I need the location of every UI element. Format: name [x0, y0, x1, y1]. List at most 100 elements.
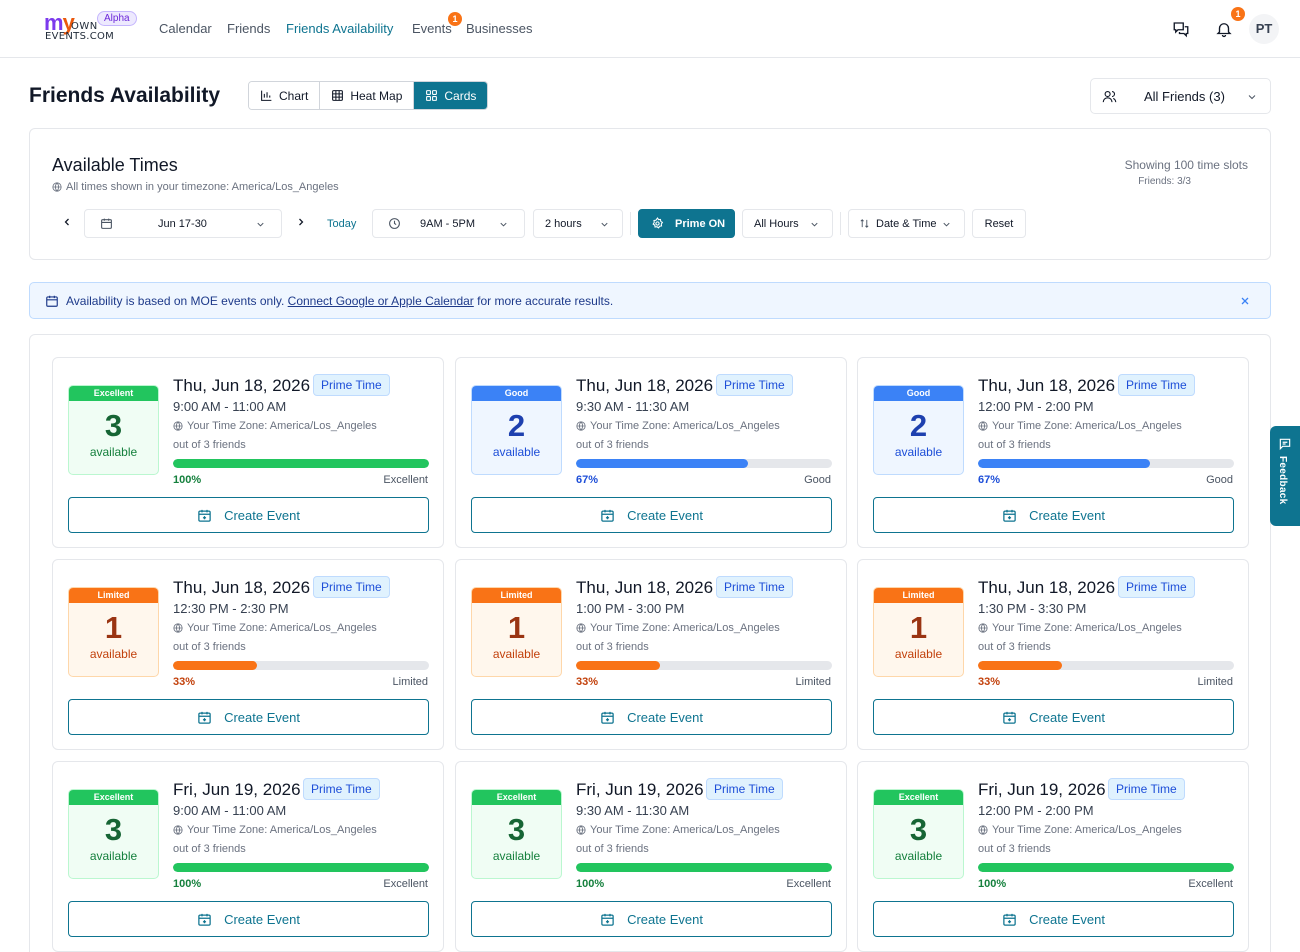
timezone-note-text: All times shown in your timezone: Americ… — [66, 181, 339, 193]
brand-logo[interactable]: my OWN EVENTS.COM Alpha — [44, 10, 137, 45]
logo-mark: my — [44, 10, 75, 35]
quality-label: Limited — [795, 676, 831, 688]
connect-calendar-link[interactable]: Connect Google or Apple Calendar — [288, 294, 474, 308]
notifications-badge: 1 — [1231, 7, 1245, 21]
availability-score: Limited 1 available — [68, 587, 159, 677]
available-label: available — [492, 849, 541, 863]
duration-select[interactable]: 2 hours — [533, 209, 623, 238]
prime-time-badge: Prime Time — [313, 374, 390, 396]
globe-icon — [978, 825, 988, 835]
slot-time: 12:30 PM - 2:30 PM — [173, 601, 289, 616]
availability-progress-bar — [576, 863, 832, 872]
prev-range-icon[interactable] — [61, 216, 73, 228]
slot-timezone-text: Your Time Zone: America/Los_Angeles — [590, 420, 780, 432]
avatar[interactable]: PT — [1249, 14, 1279, 44]
slot-timezone: Your Time Zone: America/Los_Angeles — [173, 420, 377, 432]
calendar-plus-icon — [601, 711, 614, 724]
create-event-label: Create Event — [224, 911, 300, 927]
availability-score: Good 2 available — [471, 385, 562, 475]
availability-card: Excellent 3 available Fri, Jun 19, 2026 Prim… — [857, 761, 1249, 952]
globe-icon — [173, 421, 183, 431]
availability-card: Limited 1 available Thu, Jun 18, 2026 Prime … — [857, 559, 1249, 750]
slot-timezone-text: Your Time Zone: America/Los_Angeles — [187, 420, 377, 432]
view-chart-button[interactable]: Chart — [249, 82, 321, 109]
create-event-button[interactable]: Create Event — [471, 497, 832, 533]
view-cards-button[interactable]: Cards — [414, 82, 488, 109]
availability-progress-fill — [173, 863, 429, 872]
available-label: available — [492, 445, 541, 459]
messages-icon[interactable] — [1172, 20, 1190, 38]
bell-icon[interactable] — [1215, 20, 1233, 38]
calendar-plus-icon — [601, 509, 614, 522]
availability-card: Excellent 3 available Fri, Jun 19, 2026 Prim… — [52, 761, 444, 952]
date-range-select[interactable]: Jun 17-30 — [84, 209, 282, 238]
out-of-friends: out of 3 friends — [576, 843, 649, 855]
bar-chart-icon — [261, 90, 272, 101]
today-button[interactable]: Today — [327, 218, 356, 230]
quality-label: Limited — [1197, 676, 1233, 688]
create-event-button[interactable]: Create Event — [471, 901, 832, 937]
available-count: 1 — [507, 610, 526, 645]
chevron-down-icon — [943, 222, 950, 227]
hours-range-select[interactable]: 9AM - 5PM — [372, 209, 525, 238]
tier-label: Good — [472, 386, 561, 401]
globe-icon — [576, 623, 586, 633]
out-of-friends: out of 3 friends — [978, 641, 1051, 653]
tier-label: Excellent — [472, 790, 561, 805]
prime-time-badge: Prime Time — [1118, 374, 1195, 396]
calendar-info-banner: Availability is based on MOE events only… — [29, 282, 1271, 319]
available-label: available — [89, 647, 138, 661]
slot-timezone-text: Your Time Zone: America/Los_Angeles — [187, 824, 377, 836]
out-of-friends: out of 3 friends — [978, 439, 1051, 451]
create-event-label: Create Event — [1029, 507, 1105, 523]
nav-businesses[interactable]: Businesses — [466, 21, 532, 36]
create-event-button[interactable]: Create Event — [873, 901, 1234, 937]
feedback-tab[interactable]: Feedback — [1270, 426, 1300, 526]
slot-timezone-text: Your Time Zone: America/Los_Angeles — [992, 622, 1182, 634]
sort-icon — [860, 219, 869, 228]
date-range-label: Jun 17-30 — [158, 218, 207, 230]
create-event-label: Create Event — [1029, 911, 1105, 927]
slot-timezone-text: Your Time Zone: America/Los_Angeles — [187, 622, 377, 634]
slot-timezone: Your Time Zone: America/Los_Angeles — [978, 622, 1182, 634]
tier-label: Limited — [874, 588, 963, 603]
banner-text: Availability is based on MOE events only… — [66, 294, 613, 308]
next-range-icon[interactable] — [295, 216, 307, 228]
availability-percent: 100% — [978, 878, 1007, 890]
calendar-plus-icon — [1003, 509, 1016, 522]
nav-events[interactable]: Events — [412, 21, 452, 36]
friends-filter-select[interactable]: All Friends (3) — [1090, 78, 1271, 114]
prime-toggle-label: Prime ON — [675, 218, 726, 230]
quality-label: Excellent — [1188, 878, 1233, 890]
users-icon — [1102, 90, 1117, 103]
calendar-icon — [46, 295, 58, 307]
availability-progress-bar — [576, 661, 832, 670]
availability-score: Limited 1 available — [471, 587, 562, 677]
create-event-button[interactable]: Create Event — [873, 497, 1234, 533]
out-of-friends: out of 3 friends — [173, 439, 246, 451]
view-heatmap-label: Heat Map — [350, 88, 403, 103]
create-event-button[interactable]: Create Event — [68, 901, 429, 937]
view-heatmap-button[interactable]: Heat Map — [320, 82, 415, 109]
reset-button[interactable]: Reset — [972, 209, 1026, 238]
nav-friends-availability[interactable]: Friends Availability — [286, 21, 393, 36]
create-event-button[interactable]: Create Event — [873, 699, 1234, 735]
available-label: available — [89, 849, 138, 863]
sort-label: Date & Time — [876, 218, 937, 230]
prime-toggle-button[interactable]: Prime ON — [638, 209, 735, 238]
close-icon[interactable] — [1239, 295, 1251, 307]
availability-score: Good 2 available — [873, 385, 964, 475]
sort-select[interactable]: Date & Time — [848, 209, 965, 238]
create-event-button[interactable]: Create Event — [68, 497, 429, 533]
available-label: available — [894, 445, 943, 459]
out-of-friends: out of 3 friends — [576, 641, 649, 653]
nav-friends[interactable]: Friends — [227, 21, 270, 36]
all-hours-select[interactable]: All Hours — [742, 209, 833, 238]
create-event-label: Create Event — [1029, 709, 1105, 725]
create-event-button[interactable]: Create Event — [471, 699, 832, 735]
available-count: 3 — [909, 812, 928, 847]
create-event-button[interactable]: Create Event — [68, 699, 429, 735]
slot-date: Thu, Jun 18, 2026 — [576, 376, 714, 395]
availability-score: Excellent 3 available — [873, 789, 964, 879]
nav-calendar[interactable]: Calendar — [159, 21, 212, 36]
